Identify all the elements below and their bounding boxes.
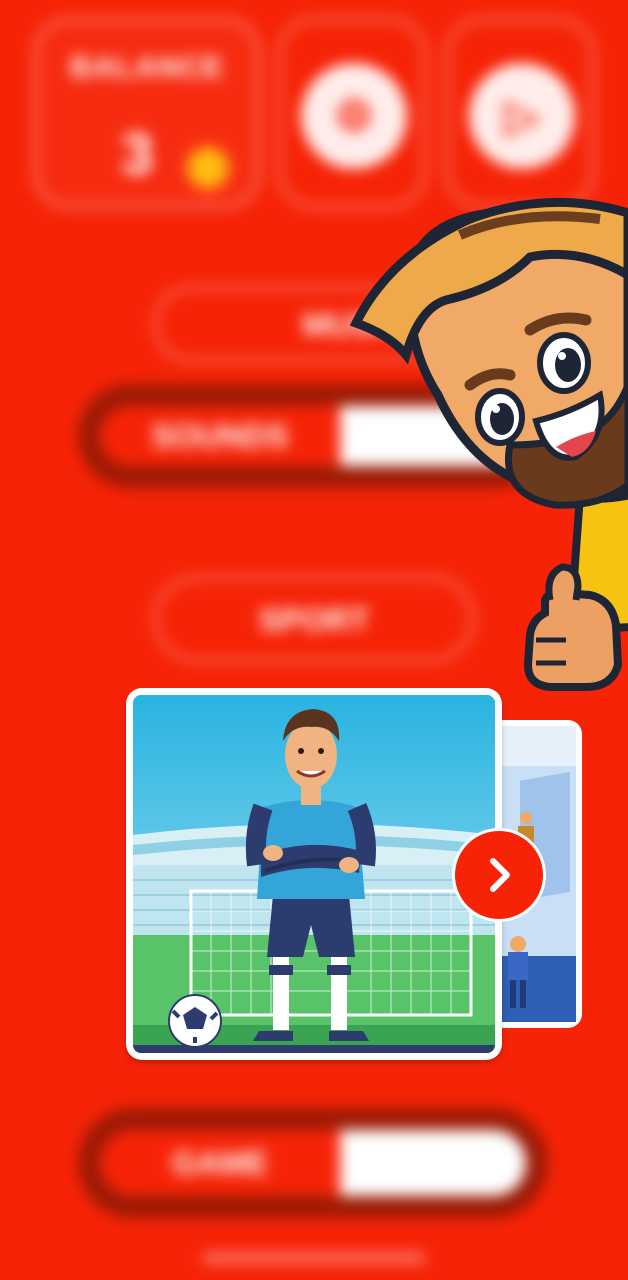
play-icon: ▷	[469, 63, 575, 169]
game-toggle-knob	[340, 1130, 526, 1196]
coin-icon	[189, 149, 227, 187]
balance-value: 3	[121, 122, 154, 187]
home-indicator	[202, 1252, 426, 1264]
carousel-next-button[interactable]	[452, 828, 546, 922]
gear-icon: ⚙	[301, 63, 407, 169]
play-button[interactable]: ▷	[446, 18, 594, 208]
mascot-image	[350, 197, 628, 691]
game-label: GAME	[100, 1130, 340, 1196]
game-toggle[interactable]: GAME	[78, 1108, 548, 1218]
goalkeeper-image	[133, 695, 495, 1053]
carousel-card-goalkeeper[interactable]	[126, 688, 502, 1060]
settings-button[interactable]: ⚙	[278, 18, 426, 208]
balance-card: BALANCE 3	[34, 18, 260, 208]
sounds-label: SOUNDS	[100, 406, 340, 466]
balance-title: BALANCE	[70, 51, 224, 84]
chevron-right-icon	[490, 858, 510, 892]
